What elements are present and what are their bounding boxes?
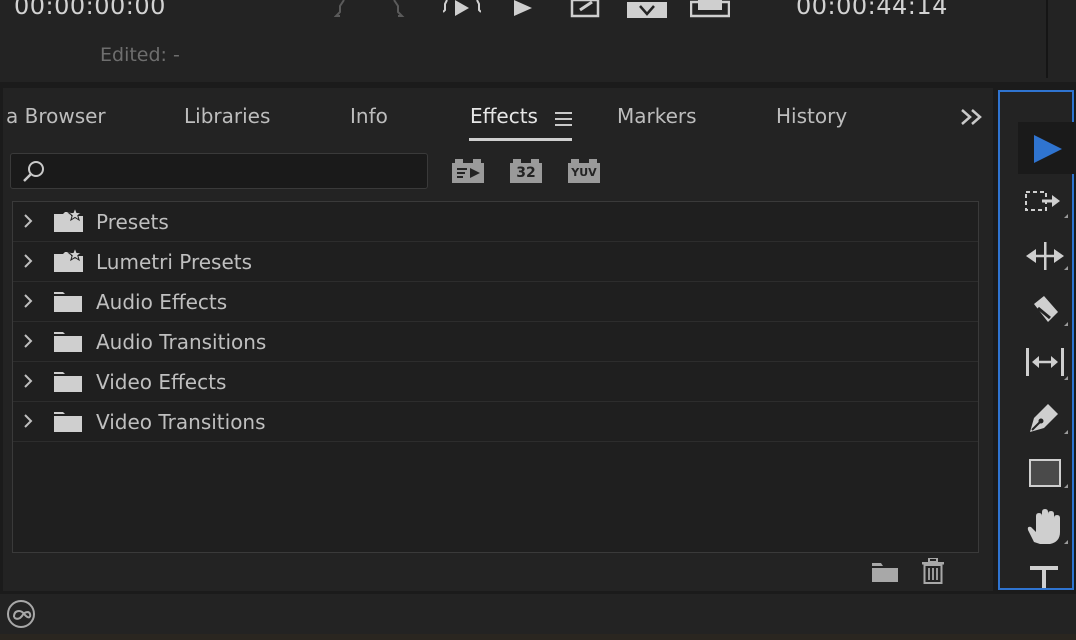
chevron-right-icon[interactable] [21,372,35,390]
folder-label: Lumetri Presets [96,250,253,274]
overflow-tabs-icon[interactable] [960,108,984,126]
tab-libraries[interactable]: Libraries [184,104,270,128]
32-bit-toggle[interactable]: 32 [509,159,543,185]
active-tab-indicator [469,138,572,141]
folder-label: Audio Effects [96,290,228,314]
pen-icon[interactable] [1024,400,1070,436]
program-monitor-controls: 00:00:00:00 00:00:44:14 Edited: - [0,0,1076,82]
tab-media-browser[interactable]: a Browser [6,104,106,128]
tree-folder-video-effects[interactable]: Video Effects [13,362,978,402]
tab-markers[interactable]: Markers [617,104,697,128]
32-bit-label: 32 [516,165,536,181]
trash-icon[interactable] [921,558,945,584]
preset-folder-icon [54,248,83,272]
chevron-right-icon[interactable] [21,412,35,430]
timecode-in[interactable]: 00:00:00:00 [14,0,166,20]
new-bin-icon[interactable] [871,561,899,583]
divider [1046,0,1048,78]
status-bar [0,594,1076,634]
folder-label: Presets [96,210,169,234]
folder-icon [54,292,82,312]
creative-cloud-icon[interactable] [4,600,38,628]
hand-icon[interactable] [1024,508,1070,546]
extract-icon[interactable] [690,0,730,20]
slip-icon[interactable] [1024,346,1070,382]
tab-history[interactable]: History [776,104,847,128]
chevron-right-icon[interactable] [21,252,35,270]
yuv-toggle[interactable]: YUV [567,159,601,185]
background-strip [0,634,1076,640]
tree-folder-audio-transitions[interactable]: Audio Transitions [13,322,978,362]
chevron-right-icon[interactable] [21,212,35,230]
effects-tree: Presets Lumetri Presets Audio Effects Au… [12,201,979,553]
search-icon [23,161,44,182]
timecode-duration[interactable]: 00:00:44:14 [796,0,948,20]
tree-folder-audio-effects[interactable]: Audio Effects [13,282,978,322]
preset-folder-icon [54,208,83,232]
folder-icon [54,412,82,432]
tree-folder-presets[interactable]: Presets [13,202,978,242]
type-icon[interactable] [1024,564,1070,590]
panel-menu-icon[interactable] [555,111,573,127]
accelerated-effects-icon[interactable] [451,159,485,185]
folder-label: Video Transitions [96,410,266,434]
play-icon[interactable] [512,0,534,16]
chevron-right-icon[interactable] [21,292,35,310]
folder-icon [54,372,82,392]
edited-status: Edited: - [100,44,180,66]
folder-label: Audio Transitions [96,330,267,354]
yuv-label: YUV [571,166,597,179]
effects-search-input[interactable] [10,153,428,189]
rectangle-icon[interactable] [1024,456,1070,490]
tab-info[interactable]: Info [350,104,388,128]
folder-label: Video Effects [96,370,227,394]
play-in-to-out-icon[interactable] [443,0,481,20]
selection-tool-icon[interactable] [1030,133,1066,167]
track-select-forward-icon[interactable] [1024,188,1070,222]
tree-folder-video-transitions[interactable]: Video Transitions [13,402,978,442]
mark-in-icon[interactable] [334,0,350,20]
lift-icon[interactable] [626,0,668,20]
ripple-edit-icon[interactable] [1024,240,1070,274]
tab-effects[interactable]: Effects [470,104,538,128]
razor-icon[interactable] [1024,294,1070,330]
folder-icon [54,332,82,352]
chevron-right-icon[interactable] [21,332,35,350]
tree-folder-lumetri-presets[interactable]: Lumetri Presets [13,242,978,282]
mark-out-icon[interactable] [390,0,406,20]
export-frame-icon[interactable] [570,0,602,20]
